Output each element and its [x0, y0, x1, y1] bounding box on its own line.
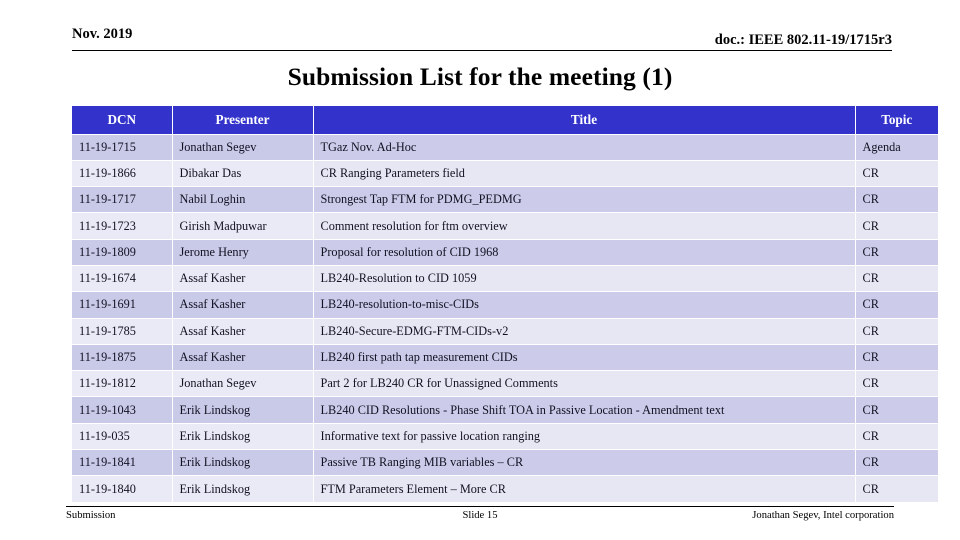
cell-title: Passive TB Ranging MIB variables – CR	[312, 449, 856, 477]
cell-topic: CR	[854, 291, 938, 319]
cell-presenter: Assaf Kasher	[171, 317, 314, 345]
cell-presenter: Assaf Kasher	[171, 343, 314, 372]
cell-dcn: 11-19-1841	[72, 449, 173, 477]
cell-title: LB240-Secure-EDMG-FTM-CIDs-v2	[312, 317, 856, 345]
column-header-topic[interactable]: Topic	[854, 106, 938, 135]
cell-dcn: 11-19-1674	[72, 264, 173, 293]
cell-title: Strongest Tap FTM for PDMG_PEDMG	[312, 186, 856, 214]
table-row[interactable]: 11-19-1723 Girish Madpuwar Comment resolut…	[72, 212, 938, 240]
cell-dcn: 11-19-1812	[72, 370, 173, 398]
table-row[interactable]: 11-19-1841 Erik Lindskog Passive TB Rangin…	[72, 449, 938, 477]
cell-dcn: 11-19-1809	[72, 238, 173, 266]
cell-topic: CR	[854, 264, 938, 293]
cell-title: LB240 first path tap measurement CIDs	[312, 343, 856, 372]
cell-topic: CR	[854, 186, 938, 214]
cell-topic: CR	[854, 238, 938, 266]
table-row[interactable]: 11-19-1785 Assaf Kasher LB240-Secure-EDMG-…	[72, 317, 938, 345]
cell-title: LB240-resolution-to-misc-CIDs	[312, 291, 856, 319]
cell-presenter: Assaf Kasher	[171, 264, 314, 293]
slide-header: Nov. 2019 doc.: IEEE 802.11-19/1715r3	[72, 26, 892, 52]
slide-footer: Submission Slide 15 Jonathan Segev, Inte…	[66, 510, 894, 528]
cell-presenter: Dibakar Das	[171, 159, 314, 188]
cell-presenter: Erik Lindskog	[171, 449, 314, 477]
cell-topic: Agenda	[854, 133, 938, 161]
cell-topic: CR	[854, 343, 938, 372]
table-row[interactable]: 11-19-1812 Jonathan Segev Part 2 for LB240…	[72, 370, 938, 398]
cell-presenter: Assaf Kasher	[171, 291, 314, 319]
cell-topic: CR	[854, 159, 938, 188]
footer-author: Jonathan Segev, Intel corporation	[752, 510, 894, 521]
cell-dcn: 11-19-1715	[72, 133, 173, 161]
cell-title: CR Ranging Parameters field	[312, 159, 856, 188]
cell-topic: CR	[854, 317, 938, 345]
cell-title: Informative text for passive location ra…	[312, 422, 856, 451]
table-row[interactable]: 11-19-1674 Assaf Kasher LB240-Resolution t…	[72, 264, 938, 293]
cell-presenter: Nabil Loghin	[171, 186, 314, 214]
table-row[interactable]: 11-19-1840 Erik Lindskog FTM Parameters El…	[72, 475, 938, 503]
cell-title: Part 2 for LB240 CR for Unassigned Comme…	[312, 370, 856, 398]
submission-list-table: DCN Presenter Title Topic 11-19-1715 Jona…	[72, 106, 938, 503]
cell-topic: CR	[854, 449, 938, 477]
cell-title: LB240-Resolution to CID 1059	[312, 264, 856, 293]
cell-presenter: Jonathan Segev	[171, 133, 314, 161]
cell-dcn: 11-19-035	[72, 422, 173, 451]
cell-dcn: 11-19-1043	[72, 396, 173, 424]
header-divider	[72, 50, 892, 51]
column-header-dcn[interactable]: DCN	[72, 106, 173, 135]
cell-topic: CR	[854, 475, 938, 503]
table-row[interactable]: 11-19-035 Erik Lindskog Informative text f…	[72, 422, 938, 451]
table-row[interactable]: 11-19-1691 Assaf Kasher LB240-resolution-t…	[72, 291, 938, 319]
cell-title: TGaz Nov. Ad-Hoc	[312, 133, 856, 161]
cell-dcn: 11-19-1691	[72, 291, 173, 319]
cell-title: Proposal for resolution of CID 1968	[312, 238, 856, 266]
cell-presenter: Jerome Henry	[171, 238, 314, 266]
cell-dcn: 11-19-1717	[72, 186, 173, 214]
cell-topic: CR	[854, 422, 938, 451]
cell-title: Comment resolution for ftm overview	[312, 212, 856, 240]
cell-title: LB240 CID Resolutions - Phase Shift TOA …	[312, 396, 856, 424]
header-date: Nov. 2019	[72, 26, 133, 42]
page-title: Submission List for the meeting (1)	[287, 62, 673, 91]
table-row[interactable]: 11-19-1875 Assaf Kasher LB240 first path t…	[72, 343, 938, 372]
table-row[interactable]: 11-19-1717 Nabil Loghin Strongest Tap FTM …	[72, 186, 938, 214]
table-row[interactable]: 11-19-1043 Erik Lindskog LB240 CID Resolut…	[72, 396, 938, 424]
table-header-row: DCN Presenter Title Topic	[72, 106, 938, 135]
cell-dcn: 11-19-1785	[72, 317, 173, 345]
cell-presenter: Erik Lindskog	[171, 422, 314, 451]
footer-divider	[66, 506, 894, 507]
column-header-title[interactable]: Title	[312, 106, 856, 135]
cell-dcn: 11-19-1840	[72, 475, 173, 503]
cell-presenter: Jonathan Segev	[171, 370, 314, 398]
cell-topic: CR	[854, 370, 938, 398]
cell-presenter: Erik Lindskog	[171, 475, 314, 503]
cell-dcn: 11-19-1866	[72, 159, 173, 188]
cell-title: FTM Parameters Element – More CR	[312, 475, 856, 503]
cell-presenter: Girish Madpuwar	[171, 212, 314, 240]
cell-presenter: Erik Lindskog	[171, 396, 314, 424]
column-header-presenter[interactable]: Presenter	[171, 106, 314, 135]
table-row[interactable]: 11-19-1866 Dibakar Das CR Ranging Paramete…	[72, 159, 938, 188]
table-body: 11-19-1715 Jonathan Segev TGaz Nov. Ad-Hoc…	[72, 133, 938, 503]
cell-dcn: 11-19-1723	[72, 212, 173, 240]
table-row[interactable]: 11-19-1715 Jonathan Segev TGaz Nov. Ad-Hoc…	[72, 133, 938, 161]
cell-topic: CR	[854, 212, 938, 240]
cell-topic: CR	[854, 396, 938, 424]
table-row[interactable]: 11-19-1809 Jerome Henry Proposal for resol…	[72, 238, 938, 266]
cell-dcn: 11-19-1875	[72, 343, 173, 372]
header-document-id: doc.: IEEE 802.11-19/1715r3	[714, 32, 892, 48]
